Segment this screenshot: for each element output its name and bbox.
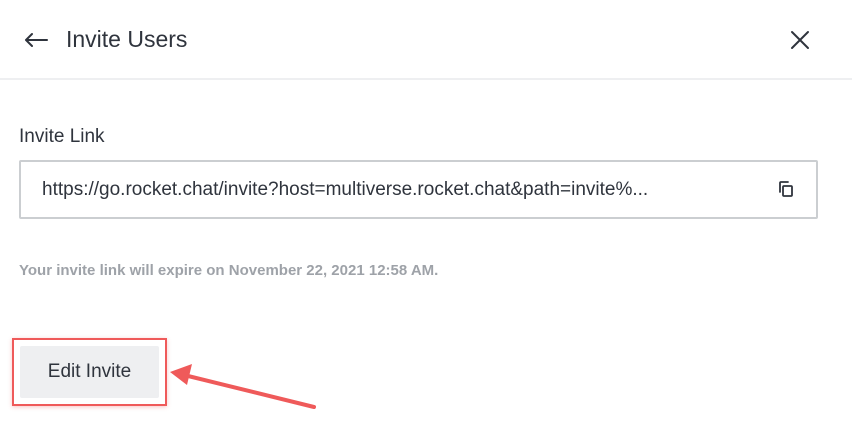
close-button[interactable] [784, 24, 816, 56]
close-icon [791, 31, 809, 49]
invite-link-field[interactable]: https://go.rocket.chat/invite?host=multi… [19, 160, 818, 219]
copy-icon [779, 181, 793, 197]
page-title: Invite Users [66, 26, 188, 52]
copy-button[interactable] [775, 178, 797, 200]
back-arrow-icon [25, 33, 48, 47]
invite-link-value[interactable]: https://go.rocket.chat/invite?host=multi… [42, 162, 770, 217]
edit-invite-button[interactable]: Edit Invite [20, 346, 159, 398]
back-button[interactable] [18, 24, 54, 54]
edit-invite-highlight: Edit Invite [12, 338, 167, 406]
annotation-arrow-icon [170, 364, 316, 409]
invite-link-label: Invite Link [19, 126, 105, 147]
expiry-notice: Your invite link will expire on November… [19, 262, 439, 279]
invite-users-panel: Invite Users Invite Link https://go.rock… [0, 0, 852, 446]
panel-header: Invite Users [0, 0, 852, 80]
